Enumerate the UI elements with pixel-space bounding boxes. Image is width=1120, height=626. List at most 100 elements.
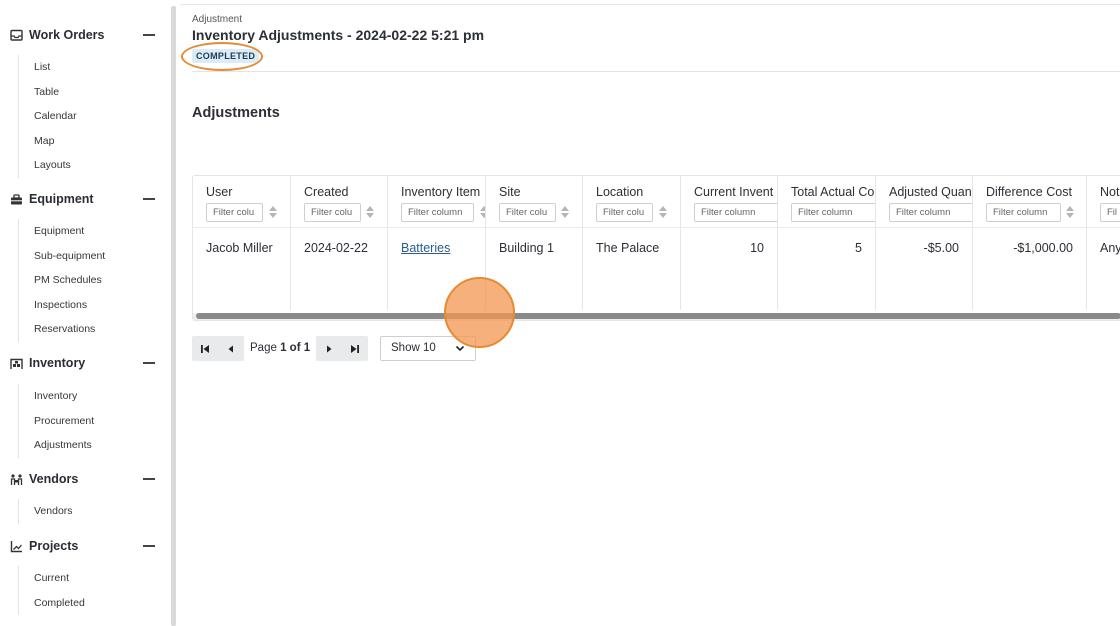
cell-text: The Palace [596,241,660,255]
sidebar-header-equipment[interactable]: Equipment [0,189,172,209]
next-page-icon [327,345,332,352]
sidebar-item-reservations[interactable]: Reservations [19,317,105,342]
column-filter-input[interactable]: Filter colu [596,203,653,222]
column-header-location: Location Filter colu [583,176,681,227]
sidebar-item-map[interactable]: Map [19,129,77,154]
breadcrumb[interactable]: Adjustment [192,14,242,25]
column-label[interactable]: Adjusted Quan [889,185,972,199]
column-header-notes: Not Fil [1087,176,1120,227]
sidebar-header-inventory[interactable]: Inventory [0,353,172,373]
cell-text: 5 [855,241,862,255]
column-header-inventory-item: Inventory Item Filter column [388,176,486,227]
adjustments-heading: Adjustments [192,105,280,121]
sidebar-header-work-orders[interactable]: Work Orders [0,25,172,45]
column-label[interactable]: Total Actual Co [791,185,874,199]
sidebar-item-current[interactable]: Current [19,566,85,591]
column-header-site: Site Filter colu [486,176,583,227]
sidebar-item-vendors[interactable]: Vendors [19,499,73,524]
top-divider [180,4,1120,5]
column-label[interactable]: Location [596,185,643,199]
previous-page-button[interactable] [218,336,244,361]
inventory-item-link[interactable]: Batteries [401,241,450,255]
table-row: Jacob Miller 2024-02-22 Batteries Buildi… [193,228,1120,310]
toolbox-icon [10,193,23,206]
cell-text: -$5.00 [923,241,959,255]
collapse-icon[interactable] [143,34,155,36]
page-total: 1 [303,342,311,354]
collapse-icon[interactable] [143,545,155,547]
column-label[interactable]: Inventory Item [401,185,480,199]
sidebar-item-inspections[interactable]: Inspections [19,293,105,318]
sidebar-item-completed[interactable]: Completed [19,591,85,616]
collapse-icon[interactable] [143,362,155,364]
sidebar-scrollbar[interactable] [171,6,176,626]
click-indicator [444,277,515,348]
collapse-icon[interactable] [143,478,155,480]
sidebar-section-title: Equipment [29,192,94,206]
table-cell-difference-cost: -$1,000.00 [973,228,1087,310]
sidebar-sublist-equipment: Equipment Sub-equipment PM Schedules Ins… [18,219,105,342]
sidebar-item-pm-schedules[interactable]: PM Schedules [19,268,105,293]
sidebar-item-adjustments[interactable]: Adjustments [19,433,94,458]
column-filter-input[interactable]: Filter colu [206,203,263,222]
column-filter-input[interactable]: Filter column [694,203,777,222]
column-filter-input[interactable]: Filter column [791,203,875,222]
column-header-total-actual-cost: Total Actual Co Filter column [778,176,876,227]
cell-text: 10 [750,241,764,255]
sidebar-item-list[interactable]: List [19,55,77,80]
sidebar-item-inventory[interactable]: Inventory [19,384,94,409]
adjustments-table: User Filter colu Created Filter colu Inv… [192,175,1120,321]
collapse-icon[interactable] [143,198,155,200]
sidebar-item-layouts[interactable]: Layouts [19,153,77,178]
sidebar-section-equipment: Equipment [0,189,172,209]
header-divider [192,71,1120,72]
sidebar-sublist-projects: Current Completed [18,566,85,615]
column-filter-input[interactable]: Filter colu [499,203,556,222]
first-page-icon [201,344,209,353]
column-label[interactable]: User [206,185,232,199]
column-filter-input[interactable]: Fil [1100,203,1120,222]
sidebar-item-table[interactable]: Table [19,80,77,105]
sidebar-section-vendors: Vendors [0,469,172,489]
sort-icon[interactable] [659,206,667,219]
column-filter-input[interactable]: Filter colu [304,203,361,222]
page-label: Page [250,342,277,354]
table-cell-notes: Any [1087,228,1120,310]
column-label[interactable]: Site [499,185,521,199]
sort-icon[interactable] [366,206,374,219]
column-label[interactable]: Created [304,185,348,199]
sort-icon[interactable] [561,206,569,219]
sidebar-item-calendar[interactable]: Calendar [19,104,77,129]
sort-icon[interactable] [1066,206,1074,219]
pagination: Page 1 of 1 [192,336,369,361]
horizontal-scrollbar-thumb[interactable] [196,313,1120,319]
sidebar-item-procurement[interactable]: Procurement [19,409,94,434]
table-cell-created: 2024-02-22 [291,228,388,310]
column-label[interactable]: Not [1100,185,1119,199]
sort-icon[interactable] [269,206,277,219]
column-filter-input[interactable]: Filter column [401,203,474,222]
cell-text: -$1,000.00 [1013,241,1073,255]
first-page-button[interactable] [192,336,218,361]
sidebar-item-sub-equipment[interactable]: Sub-equipment [19,244,105,269]
column-filter-input[interactable]: Filter column [889,203,972,222]
table-header-row: User Filter colu Created Filter colu Inv… [193,176,1120,228]
next-page-button[interactable] [316,336,342,361]
column-filter-input[interactable]: Filter column [986,203,1061,222]
highlight-ring [181,42,263,71]
sidebar-section-inventory: Inventory [0,353,172,373]
page-current: 1 [280,342,287,354]
sidebar-item-equipment[interactable]: Equipment [19,219,105,244]
sidebar-header-projects[interactable]: Projects [0,536,172,556]
cell-text: Any [1100,241,1120,255]
table-cell-location: The Palace [583,228,681,310]
sidebar-section-work-orders: Work Orders [0,25,172,45]
column-label[interactable]: Difference Cost [986,185,1072,199]
warehouse-icon [10,357,23,370]
chart-area-icon [10,540,23,553]
column-header-user: User Filter colu [193,176,291,227]
last-page-button[interactable] [342,336,368,361]
sidebar-header-vendors[interactable]: Vendors [0,469,172,489]
column-label[interactable]: Current Invent [694,185,773,199]
pager-prev-group [192,336,244,361]
